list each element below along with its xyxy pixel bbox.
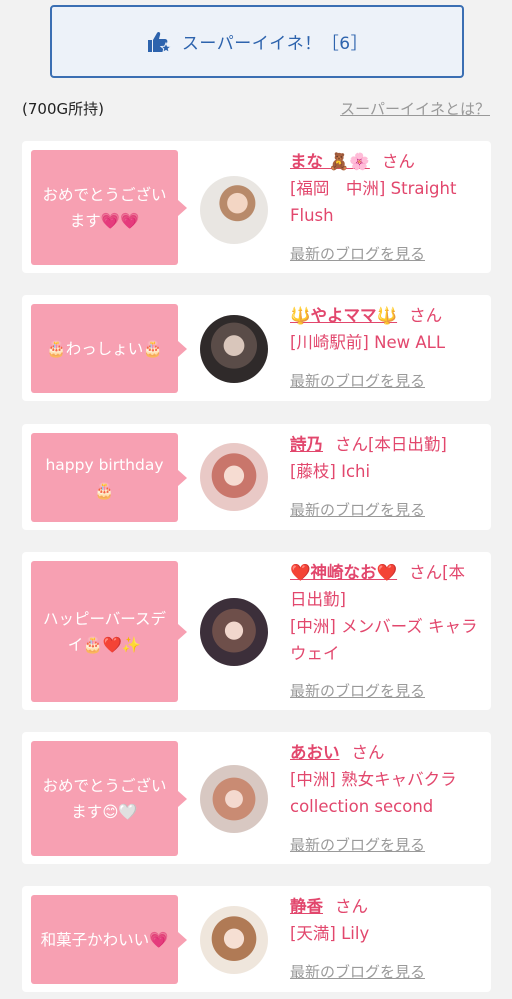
like-card: おめでとうございます💗💗 まな 🧸🌸 さん [福岡 中洲] Straight Fl…	[22, 141, 491, 273]
shop-label: [天満] Lily	[290, 924, 370, 943]
latest-blog-link[interactable]: 最新のブログを見る	[290, 834, 425, 855]
profile-info: 🔱やよママ🔱 さん [川崎駅前] New ALL	[290, 302, 480, 356]
like-card: おめでとうございます😊🤍 あおい さん [中洲] 熟女キャバクラ collecti…	[22, 732, 491, 864]
avatar[interactable]	[200, 315, 268, 383]
message-text: happy birthday 🎂	[45, 455, 164, 500]
honorific: さん	[381, 152, 415, 171]
message-bubble: おめでとうございます😊🤍	[31, 741, 187, 856]
latest-blog-link[interactable]: 最新のブログを見る	[290, 370, 425, 391]
like-card: happy birthday 🎂 詩乃 さん[本日出勤] [藤枝] Ichi 最新…	[22, 424, 491, 530]
profile-name-link[interactable]: ❤️神崎なお❤️	[290, 563, 397, 582]
message-text: おめでとうございます💗💗	[42, 185, 167, 230]
point-balance: (700G所持)	[22, 100, 104, 118]
message-bubble: 🎂わっしょい🎂	[31, 304, 187, 393]
message-text: 和菓子かわいい💗	[40, 930, 169, 949]
latest-blog-link[interactable]: 最新のブログを見る	[290, 243, 425, 264]
honorific: さん	[409, 306, 443, 325]
profile-info: あおい さん [中洲] 熟女キャバクラ collection second	[290, 739, 480, 820]
profile-name-link[interactable]: 詩乃	[290, 435, 323, 454]
status-suffix: [本日出勤]	[368, 435, 447, 454]
latest-blog-link[interactable]: 最新のブログを見る	[290, 680, 425, 701]
profile-info: まな 🧸🌸 さん [福岡 中洲] Straight Flush	[290, 148, 480, 229]
shop-label: [中洲] 熟女キャバクラ collection second	[290, 770, 457, 816]
honorific: さん	[335, 435, 368, 454]
message-text: 🎂わっしょい🎂	[46, 339, 163, 358]
profile-info: 静香 さん [天満] Lily	[290, 893, 480, 947]
message-text: おめでとうございます😊🤍	[42, 776, 167, 821]
message-bubble: happy birthday 🎂	[31, 433, 187, 522]
latest-blog-link[interactable]: 最新のブログを見る	[290, 961, 425, 982]
shop-label: [川崎駅前] New ALL	[290, 333, 446, 352]
avatar[interactable]	[200, 176, 268, 244]
like-card: 🎂わっしょい🎂 🔱やよママ🔱 さん [川崎駅前] New ALL 最新のブログを見…	[22, 295, 491, 401]
like-card: ハッピーバースデイ🎂❤️✨ ❤️神崎なお❤️ さん[本日出勤] [中洲] メンバー…	[22, 552, 491, 710]
profile-name-link[interactable]: 🔱やよママ🔱	[290, 306, 397, 325]
profile-name-link[interactable]: まな 🧸🌸	[290, 152, 370, 171]
shop-label: [藤枝] Ichi	[290, 462, 371, 481]
avatar[interactable]	[200, 765, 268, 833]
avatar[interactable]	[200, 443, 268, 511]
profile-info: 詩乃 さん[本日出勤] [藤枝] Ichi	[290, 431, 480, 485]
shop-label: [福岡 中洲] Straight Flush	[290, 179, 457, 225]
honorific: さん	[409, 563, 443, 582]
message-text: ハッピーバースデイ🎂❤️✨	[42, 609, 167, 654]
latest-blog-link[interactable]: 最新のブログを見る	[290, 499, 425, 520]
honorific: さん	[335, 897, 368, 916]
like-card: 和菓子かわいい💗 静香 さん [天満] Lily 最新のブログを見る	[22, 886, 491, 992]
about-super-like-link[interactable]: スーパーイイネとは？	[340, 98, 490, 119]
honorific: さん	[351, 743, 385, 762]
avatar[interactable]	[200, 598, 268, 666]
shop-label: [中洲] メンバーズ キャラウェイ	[290, 617, 478, 663]
profile-name-link[interactable]: あおい	[290, 743, 340, 762]
profile-name-link[interactable]: 静香	[290, 897, 323, 916]
message-bubble: 和菓子かわいい💗	[31, 895, 187, 984]
message-bubble: おめでとうございます💗💗	[31, 150, 187, 265]
super-like-button[interactable]: スーパーイイネ！［6］	[50, 5, 464, 78]
thumbs-up-star-icon	[147, 31, 172, 53]
message-bubble: ハッピーバースデイ🎂❤️✨	[31, 561, 187, 702]
super-like-label: スーパーイイネ！［6］	[181, 34, 369, 54]
profile-info: ❤️神崎なお❤️ さん[本日出勤] [中洲] メンバーズ キャラウェイ	[290, 559, 480, 667]
avatar[interactable]	[200, 906, 268, 974]
super-like-page: スーパーイイネ！［6］ (700G所持) スーパーイイネとは？ おめでとうござい…	[0, 0, 512, 999]
